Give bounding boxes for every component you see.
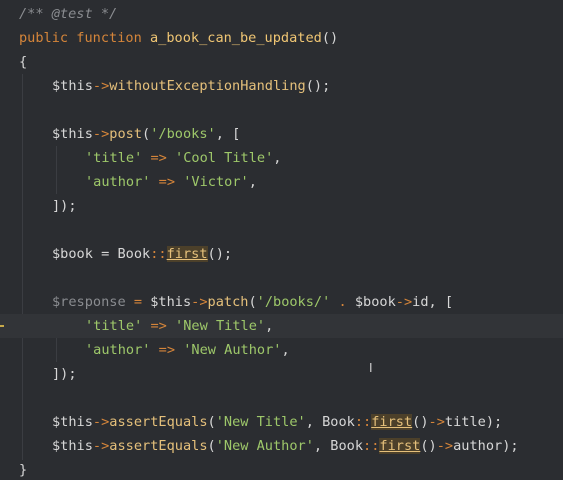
book-class: Book [330, 438, 364, 454]
open-paren: ( [207, 414, 216, 430]
code-line-9[interactable]: ]); [0, 194, 563, 218]
arrow-op: -> [436, 438, 454, 454]
static-op: :: [363, 438, 380, 454]
book-var: $book [354, 294, 396, 310]
string-new-title: 'New Title' [215, 414, 306, 430]
fat-arrow: => [150, 318, 167, 334]
method-patch: patch [207, 294, 249, 310]
string-books-slash: '/books/' [256, 294, 331, 310]
title-prop: title [444, 414, 486, 430]
code-line-18[interactable]: $this->assertEquals('New Title', Book::f… [0, 410, 563, 434]
book-class: Book [117, 246, 151, 262]
equals: = [133, 294, 143, 310]
concat-dot: . [338, 294, 347, 310]
code-line-14-current[interactable]: 'title' => 'New Title', [0, 314, 563, 338]
string-author-key: 'author' [85, 174, 151, 190]
book-var: $book [52, 246, 93, 262]
close-array: ]); [52, 198, 77, 214]
this-var: $this [52, 438, 93, 454]
close-call: ); [485, 414, 503, 430]
code-line-16[interactable]: ]); [0, 362, 563, 386]
comma: , [265, 318, 274, 334]
comma-bracket: , [ [428, 294, 454, 310]
code-line-11[interactable]: $book = Book::first(); [0, 242, 563, 266]
this-var: $this [52, 414, 93, 430]
this-var: $this [52, 126, 93, 142]
empty-call: () [420, 438, 437, 454]
arrow-op: -> [92, 78, 110, 94]
this-var: $this [52, 78, 93, 94]
code-line-8[interactable]: 'author' => 'Victor', [0, 170, 563, 194]
keyword-function: function [76, 30, 142, 46]
open-paren: ( [207, 438, 216, 454]
comma: , [248, 174, 257, 190]
static-op: :: [150, 246, 167, 262]
fat-arrow: => [158, 174, 176, 190]
arrow-op: -> [92, 126, 110, 142]
arrow-op: -> [191, 294, 208, 310]
string-books: '/books' [150, 126, 216, 142]
method-without-exception: withoutExceptionHandling [109, 78, 306, 94]
method-assert-equals: assertEquals [109, 414, 208, 430]
comma-bracket: , [ [215, 126, 241, 142]
arrow-op: -> [92, 414, 110, 430]
code-line-2[interactable]: public function a_book_can_be_updated() [0, 26, 563, 50]
close-array: ]); [52, 366, 77, 382]
code-line-6[interactable]: $this->post('/books', [ [0, 122, 563, 146]
string-title-key: 'title' [85, 318, 143, 334]
comma-space: , [305, 414, 323, 430]
static-op: :: [354, 414, 372, 430]
method-first-highlighted: first [371, 414, 413, 430]
this-var: $this [150, 294, 192, 310]
code-line-4[interactable]: $this->withoutExceptionHandling(); [0, 74, 563, 98]
call-end: (); [207, 246, 233, 262]
arrow-op: -> [395, 294, 413, 310]
doc-comment: /** @test */ [19, 6, 118, 22]
string-victor: 'Victor' [183, 174, 249, 190]
empty-call: () [412, 414, 429, 430]
comma: , [273, 150, 282, 166]
code-line-7[interactable]: 'title' => 'Cool Title', [0, 146, 563, 170]
code-line-19[interactable]: $this->assertEquals('New Author', Book::… [0, 434, 563, 458]
code-line-3[interactable]: { [0, 50, 563, 74]
comma-space: , [313, 438, 331, 454]
keyword-public: public [19, 30, 69, 46]
close-brace: } [19, 462, 28, 478]
code-editor[interactable]: /** @test */ public function a_book_can_… [0, 0, 563, 480]
fat-arrow: => [150, 150, 167, 166]
code-line-1[interactable]: /** @test */ [0, 2, 563, 26]
fat-arrow: => [158, 342, 176, 358]
method-first-highlighted: first [379, 438, 421, 454]
method-first-highlighted: first [166, 246, 208, 262]
string-title-key: 'title' [85, 150, 143, 166]
string-new-author: 'New Author' [215, 438, 314, 454]
string-author-key: 'author' [85, 342, 151, 358]
comma: , [281, 342, 290, 358]
code-line-15[interactable]: 'author' => 'New Author', [0, 338, 563, 362]
id-prop: id [412, 294, 429, 310]
equals: = [101, 246, 110, 262]
arrow-op: -> [92, 438, 110, 454]
close-call: ); [502, 438, 519, 454]
book-class: Book [322, 414, 355, 430]
method-assert-equals: assertEquals [109, 438, 208, 454]
string-new-title: 'New Title' [175, 318, 266, 334]
code-line-20[interactable]: } [0, 458, 563, 480]
parens: () [321, 30, 339, 46]
open-brace: { [19, 54, 28, 70]
call-end: (); [305, 78, 331, 94]
response-var: $response [52, 294, 126, 310]
code-line-13[interactable]: $response = $this->patch('/books/' . $bo… [0, 290, 563, 314]
open-paren: ( [248, 294, 257, 310]
text-cursor-ibeam-icon: I [369, 361, 373, 375]
arrow-op: -> [428, 414, 445, 430]
string-new-author: 'New Author' [183, 342, 282, 358]
string-cool-title: 'Cool Title' [175, 150, 274, 166]
open-paren: ( [142, 126, 151, 142]
function-name: a_book_can_be_updated [149, 30, 322, 46]
current-line-marker [0, 325, 4, 327]
author-prop: author [453, 438, 503, 454]
method-post: post [109, 126, 143, 142]
